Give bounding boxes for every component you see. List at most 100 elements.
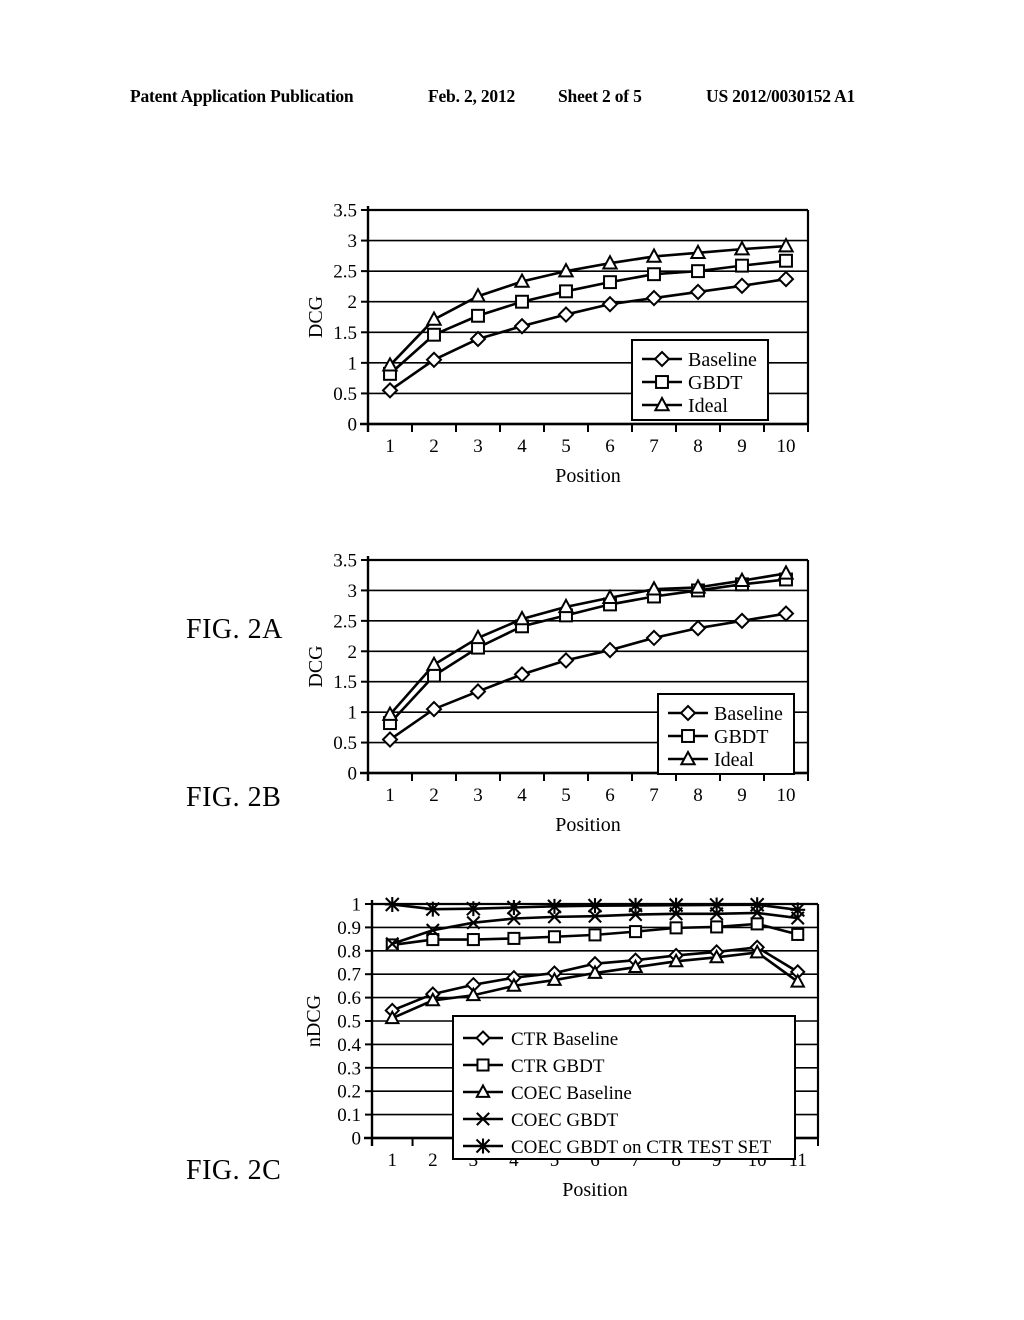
- x-tick-label: 1: [385, 436, 395, 457]
- x-tick-label: 10: [777, 785, 796, 806]
- x-tick-label: 8: [693, 785, 703, 806]
- data-point-marker: [603, 275, 617, 290]
- legend-label: GBDT: [714, 726, 768, 748]
- x-tick-label: 10: [777, 436, 796, 457]
- header-sheet: Sheet 2 of 5: [558, 86, 642, 106]
- y-tick-label: 2.5: [333, 611, 357, 632]
- data-point-marker: [689, 619, 707, 637]
- data-point-marker: [777, 270, 795, 288]
- data-point-marker: [469, 330, 487, 348]
- legend-label: COEC GBDT: [511, 1110, 619, 1131]
- y-axis-title: DCG: [305, 296, 327, 338]
- series-coec-gbdt: [385, 905, 805, 951]
- data-point-marker: [733, 277, 751, 295]
- data-point-marker: [645, 629, 663, 647]
- data-point-marker: [427, 327, 441, 342]
- x-axis-title: Position: [555, 814, 621, 836]
- x-tick-label: 7: [649, 785, 659, 806]
- y-tick-label: 0.4: [337, 1035, 361, 1056]
- data-point-marker: [791, 927, 805, 941]
- y-axis-title: DCG: [305, 645, 327, 687]
- chart-legend: BaselineGBDTIdeal: [631, 339, 769, 421]
- y-tick-label: 3.5: [333, 551, 357, 572]
- data-point-marker: [629, 925, 643, 939]
- header-patent-number: US 2012/0030152 A1: [706, 86, 856, 106]
- series-ctr-gbdt: [385, 917, 805, 952]
- y-tick-label: 0.6: [337, 988, 361, 1009]
- chart-legend: BaselineGBDTIdeal: [657, 693, 795, 775]
- data-point-marker: [507, 931, 521, 945]
- legend-marker: [681, 729, 695, 743]
- figure-2c: FIG. 2C 0 0.1 0.2 0.3 0.4 0.5 0.6 0.7 0.8 0.9 1 1 2 3…: [0, 888, 1024, 1238]
- data-point-marker: [425, 310, 443, 326]
- header-date: Feb. 2, 2012: [428, 86, 516, 106]
- data-point-marker: [469, 683, 487, 700]
- data-point-marker: [790, 902, 806, 918]
- y-tick-label: 0.1: [337, 1105, 361, 1126]
- data-point-marker: [465, 901, 481, 917]
- legend-label: Baseline: [688, 349, 757, 371]
- chart-2c: 0 0.1 0.2 0.3 0.4 0.5 0.6 0.7 0.8 0.9 1 1 2 3 4 5 6 7 8 9 10…: [300, 888, 830, 1238]
- data-point-marker: [689, 283, 707, 301]
- data-point-marker: [588, 928, 602, 942]
- x-tick-label: 8: [693, 436, 703, 457]
- y-tick-label: 1: [352, 895, 362, 916]
- x-tick-label: 2: [429, 436, 439, 457]
- chart-2a: 0 0.5 1 1.5 2 2.5 3 3.5 1 2 3 4 5 6 7 8 9 10 Position DCG Ba…: [300, 196, 820, 526]
- y-tick-label: 3: [348, 231, 358, 252]
- data-point-marker: [777, 605, 795, 622]
- data-point-marker: [749, 897, 765, 913]
- y-tick-label: 0.5: [337, 1012, 361, 1033]
- chart-2b: 0 0.5 1 1.5 2 2.5 3 3.5 1 2 3 4 5 6 7 8 9 10 Position DCG Ba…: [300, 542, 820, 877]
- data-point-marker: [425, 655, 443, 671]
- legend-label: Baseline: [714, 703, 783, 725]
- y-tick-label: 1: [348, 353, 358, 374]
- x-tick-label: 3: [473, 436, 483, 457]
- data-point-marker: [466, 933, 480, 947]
- figure-2b-caption: FIG. 2B: [186, 782, 282, 813]
- data-point-marker: [557, 306, 575, 323]
- data-point-marker: [557, 652, 575, 669]
- data-point-marker: [645, 289, 663, 307]
- data-point-marker: [735, 258, 749, 273]
- x-tick-label: 3: [473, 785, 483, 806]
- data-point-marker: [628, 897, 644, 913]
- legend-marker: [655, 375, 669, 389]
- data-point-marker: [513, 665, 531, 683]
- page-header: Patent Application Publication Feb. 2, 2…: [0, 86, 1024, 112]
- y-tick-label: 0.2: [337, 1082, 361, 1103]
- data-point-marker: [668, 897, 684, 913]
- data-point-marker: [426, 933, 440, 947]
- y-tick-label: 0.3: [337, 1058, 361, 1079]
- data-point-marker: [733, 612, 751, 630]
- y-tick-label: 2.5: [333, 262, 357, 283]
- data-point-marker: [513, 317, 531, 335]
- y-tick-label: 2: [348, 292, 358, 313]
- data-point-marker: [506, 900, 522, 915]
- x-tick-label: 5: [561, 785, 571, 806]
- x-tick-label: 1: [388, 1150, 398, 1171]
- y-tick-label: 1.5: [333, 672, 357, 693]
- y-tick-label: 1.5: [333, 323, 357, 344]
- chart-2b-svg: 0 0.5 1 1.5 2 2.5 3 3.5 1 2 3 4 5 6 7 8 9 10 Position DCG Ba…: [305, 551, 810, 836]
- data-point-marker: [647, 267, 661, 282]
- x-tick-label: 9: [737, 436, 747, 457]
- x-axis-title: Position: [562, 1179, 628, 1201]
- y-tick-label: 3: [348, 581, 358, 602]
- data-point-marker: [691, 264, 705, 279]
- data-point-marker: [559, 284, 573, 299]
- y-tick-label: 3.5: [333, 201, 357, 222]
- data-point-marker: [471, 308, 485, 323]
- x-tick-label: 2: [429, 785, 439, 806]
- y-tick-label: 2: [348, 642, 358, 663]
- data-point-marker: [710, 920, 724, 934]
- legend-label: Ideal: [714, 749, 754, 771]
- legend-label: COEC Baseline: [511, 1083, 632, 1104]
- figure-2c-caption: FIG. 2C: [186, 1155, 282, 1186]
- data-point-marker: [789, 973, 806, 988]
- figure-2a: FIG. 2A 0 0.5 1 1.5 2 2.5 3 3.5 1 2 3 4 5 6 7 8 9 10 Posit…: [0, 196, 1024, 645]
- data-point-marker: [750, 917, 764, 931]
- x-tick-label: 2: [428, 1150, 438, 1171]
- data-point-marker: [709, 897, 725, 913]
- y-tick-label: 0.5: [333, 733, 357, 754]
